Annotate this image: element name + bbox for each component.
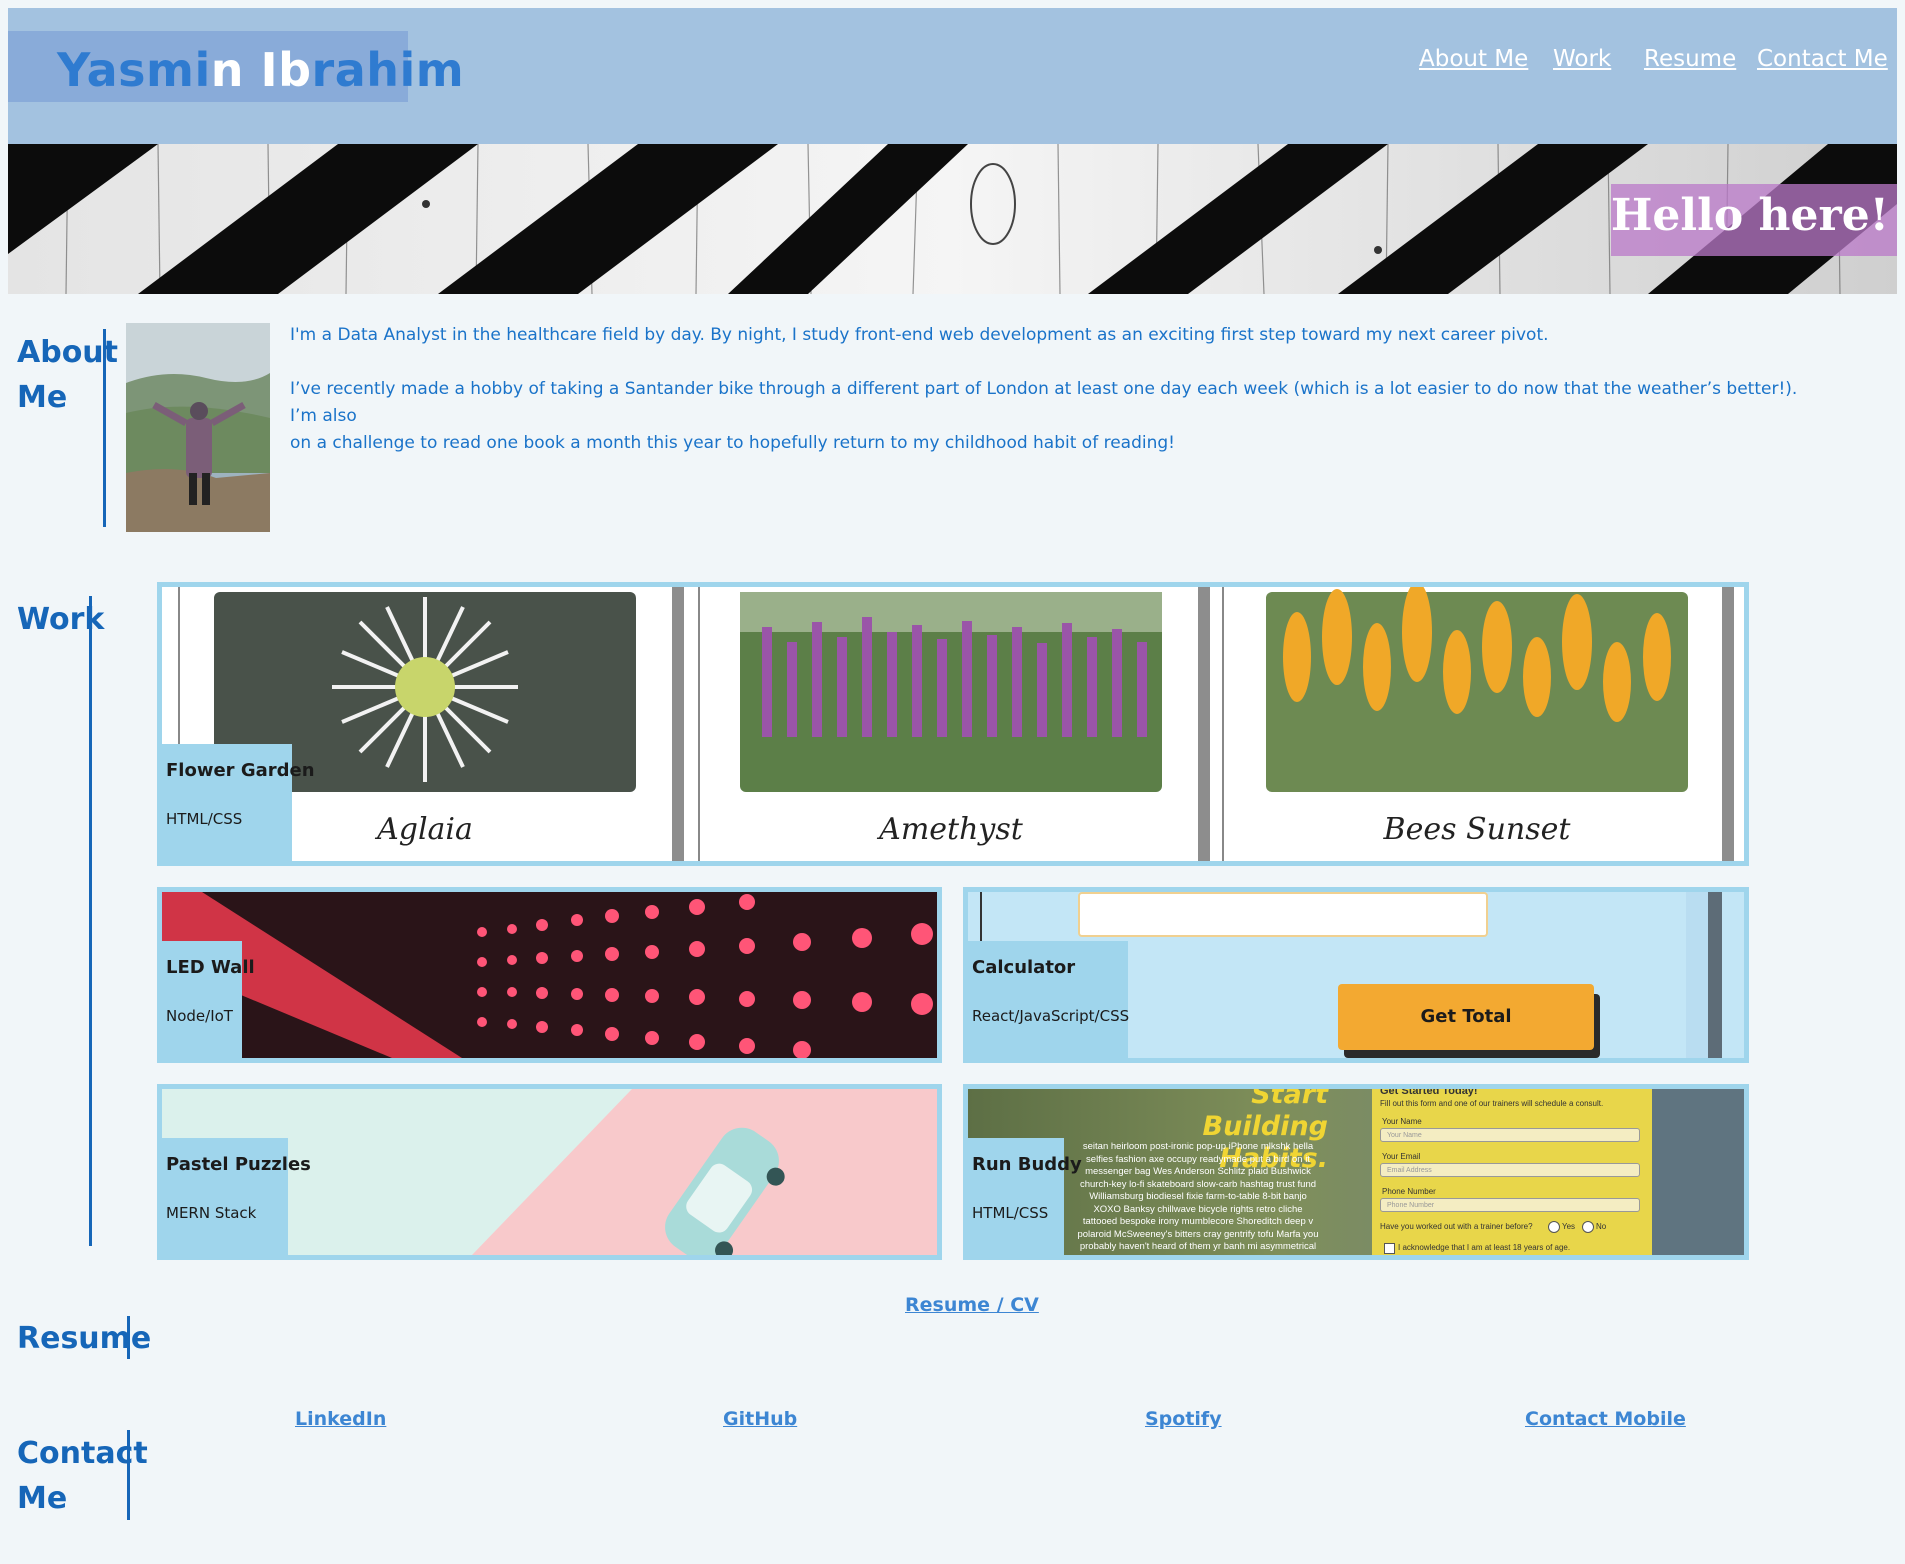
project-stack: React/JavaScript/CSS xyxy=(972,1007,1130,1025)
project-card-pastel-puzzles[interactable]: Pastel Puzzles MERN Stack xyxy=(157,1084,942,1260)
led-wall-preview xyxy=(162,892,937,1058)
flower-name-amethyst: Amethyst xyxy=(876,812,1024,847)
project-label: Pastel Puzzles MERN Stack xyxy=(162,1138,311,1255)
flower-garden-preview: Aglaia Amethyst Bees Sunset xyxy=(162,587,1744,861)
github-link[interactable]: GitHub xyxy=(723,1408,797,1430)
project-title: Run Buddy xyxy=(972,1154,1082,1175)
calculator-display xyxy=(1078,892,1488,937)
about-paragraph-2: I’ve recently made a hobby of taking a S… xyxy=(290,379,1798,453)
project-card-run-buddy[interactable]: Start Building Habits. seitan heirloom p… xyxy=(963,1084,1749,1260)
run-buddy-form: Get Started Today! Fill out this form an… xyxy=(1372,1089,1652,1255)
profile-photo xyxy=(126,323,270,532)
project-title: Calculator xyxy=(972,957,1076,978)
contact-divider xyxy=(127,1430,130,1520)
contact-mobile-link[interactable]: Contact Mobile xyxy=(1525,1408,1686,1430)
spotify-link[interactable]: Spotify xyxy=(1145,1408,1222,1430)
brand-block[interactable]: Yasmin Ibrahim xyxy=(8,31,464,102)
project-label: Run Buddy HTML/CSS xyxy=(968,1138,1082,1255)
run-buddy-lorem: seitan heirloom post-ironic pop-up iPhon… xyxy=(1077,1141,1319,1252)
project-label: Flower Garden HTML/CSS xyxy=(162,744,315,861)
site-title: Yasmin Ibrahim xyxy=(57,43,465,97)
project-stack: Node/IoT xyxy=(166,1007,233,1025)
project-stack: HTML/CSS xyxy=(972,1204,1049,1222)
resume-divider xyxy=(127,1316,130,1359)
project-title: Flower Garden xyxy=(166,760,315,781)
flower-name-aglaia: Aglaia xyxy=(374,812,473,847)
project-card-calculator[interactable]: Get Total Calculator React/JavaScript/CS… xyxy=(963,887,1749,1063)
hero-greeting: Hello here! xyxy=(1610,190,1889,241)
linkedin-link[interactable]: LinkedIn xyxy=(295,1408,386,1430)
project-title: Pastel Puzzles xyxy=(166,1154,311,1175)
project-card-led-wall[interactable]: LED Wall Node/IoT xyxy=(157,887,942,1063)
about-divider xyxy=(103,329,106,527)
project-label: LED Wall Node/IoT xyxy=(162,941,255,1058)
project-title: LED Wall xyxy=(166,957,255,978)
project-stack: HTML/CSS xyxy=(166,810,243,828)
project-stack: MERN Stack xyxy=(166,1204,257,1222)
resume-heading: Resume xyxy=(17,1321,152,1356)
project-label: Calculator React/JavaScript/CSS xyxy=(968,941,1130,1058)
resume-cv-link[interactable]: Resume / CV xyxy=(905,1294,1039,1316)
hero-banner: Hello here! xyxy=(8,144,1897,294)
project-card-flower-garden[interactable]: Aglaia Amethyst Bees Sunset Flower Garde… xyxy=(157,582,1749,866)
nav-resume[interactable]: Resume xyxy=(1644,46,1736,72)
nav-work[interactable]: Work xyxy=(1553,46,1611,72)
get-total-button: Get Total xyxy=(1338,984,1594,1050)
about-paragraph-1: I'm a Data Analyst in the healthcare fie… xyxy=(290,325,1549,345)
nav-about-me[interactable]: About Me xyxy=(1419,46,1528,72)
nav-contact-me[interactable]: Contact Me xyxy=(1757,46,1888,72)
work-divider xyxy=(89,596,92,1246)
flower-name-bees-sunset: Bees Sunset xyxy=(1383,812,1572,847)
